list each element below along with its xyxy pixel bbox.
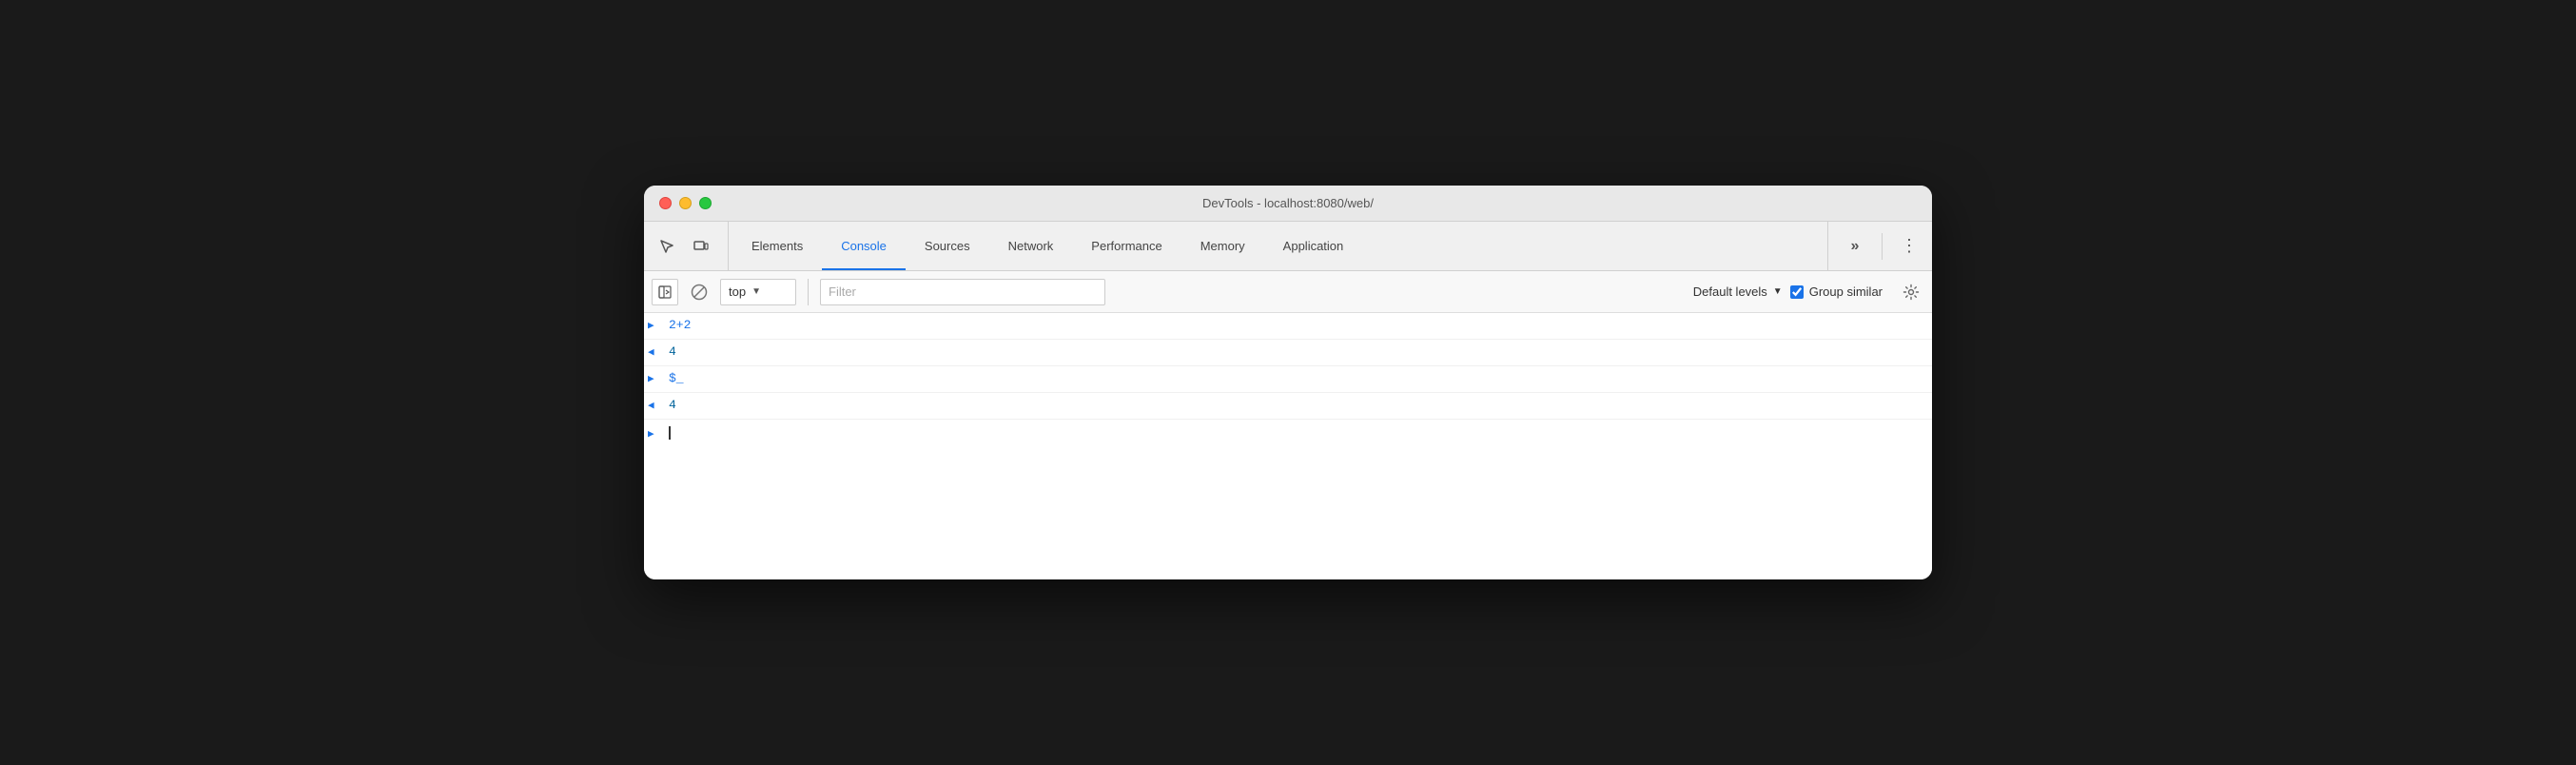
window-title: DevTools - localhost:8080/web/ xyxy=(1202,196,1374,210)
output-arrow-icon: ◀ xyxy=(648,398,667,412)
console-input-text: 2+2 xyxy=(667,318,1924,332)
main-toolbar: Elements Console Sources Network Perform… xyxy=(644,222,1932,271)
console-output-text: 4 xyxy=(667,398,1924,412)
execution-context-selector[interactable]: top ▼ xyxy=(720,279,796,305)
input-arrow-icon: ▶ xyxy=(648,318,667,332)
console-output-text: 4 xyxy=(667,344,1924,359)
minimize-button[interactable] xyxy=(679,197,692,209)
inspect-element-button[interactable] xyxy=(652,231,682,262)
group-similar-label: Group similar xyxy=(1809,284,1883,299)
console-sidebar-button[interactable] xyxy=(652,279,678,305)
group-similar-option: Group similar xyxy=(1790,284,1883,299)
toolbar-icons xyxy=(652,222,729,270)
console-cursor xyxy=(669,426,671,440)
filter-input[interactable] xyxy=(820,279,1105,305)
console-input-text: $_ xyxy=(667,371,1924,385)
tab-elements[interactable]: Elements xyxy=(732,222,822,270)
traffic-lights xyxy=(659,197,712,209)
levels-label: Default levels xyxy=(1693,284,1767,299)
maximize-button[interactable] xyxy=(699,197,712,209)
console-prompt[interactable] xyxy=(667,426,1924,441)
console-settings-button[interactable] xyxy=(1898,279,1924,305)
tab-network[interactable]: Network xyxy=(989,222,1073,270)
console-row: ▶ 2+2 xyxy=(644,313,1932,340)
device-toggle-button[interactable] xyxy=(686,231,716,262)
tab-console[interactable]: Console xyxy=(822,222,906,270)
filter-divider xyxy=(808,279,809,305)
title-bar: DevTools - localhost:8080/web/ xyxy=(644,186,1932,222)
console-toolbar: top ▼ Default levels ▼ Group similar xyxy=(644,271,1932,313)
console-row: ▶ $_ xyxy=(644,366,1932,393)
context-arrow-icon: ▼ xyxy=(751,286,761,297)
more-tabs-button[interactable]: » xyxy=(1840,231,1870,262)
toolbar-right: » ⋮ xyxy=(1827,222,1924,270)
output-arrow-icon: ◀ xyxy=(648,344,667,359)
tab-memory[interactable]: Memory xyxy=(1181,222,1264,270)
tab-performance[interactable]: Performance xyxy=(1072,222,1181,270)
tabs: Elements Console Sources Network Perform… xyxy=(732,222,1824,270)
clear-console-button[interactable] xyxy=(686,279,712,305)
console-content: ▶ 2+2 ◀ 4 ▶ $_ ◀ 4 ▶ xyxy=(644,313,1932,579)
console-row: ◀ 4 xyxy=(644,340,1932,366)
devtools-window: DevTools - localhost:8080/web/ Elements … xyxy=(644,186,1932,579)
levels-arrow-icon: ▼ xyxy=(1773,286,1783,297)
log-levels-selector[interactable]: Default levels ▼ xyxy=(1693,284,1783,299)
close-button[interactable] xyxy=(659,197,672,209)
group-similar-checkbox[interactable] xyxy=(1790,285,1804,299)
context-value: top xyxy=(729,284,746,299)
toolbar-divider xyxy=(1882,233,1883,260)
console-input-row[interactable]: ▶ xyxy=(644,420,1932,446)
tab-sources[interactable]: Sources xyxy=(906,222,989,270)
input-arrow-icon: ▶ xyxy=(648,371,667,385)
prompt-arrow-icon: ▶ xyxy=(648,426,667,441)
devtools-menu-button[interactable]: ⋮ xyxy=(1894,231,1924,262)
console-row: ◀ 4 xyxy=(644,393,1932,420)
tab-application[interactable]: Application xyxy=(1264,222,1363,270)
